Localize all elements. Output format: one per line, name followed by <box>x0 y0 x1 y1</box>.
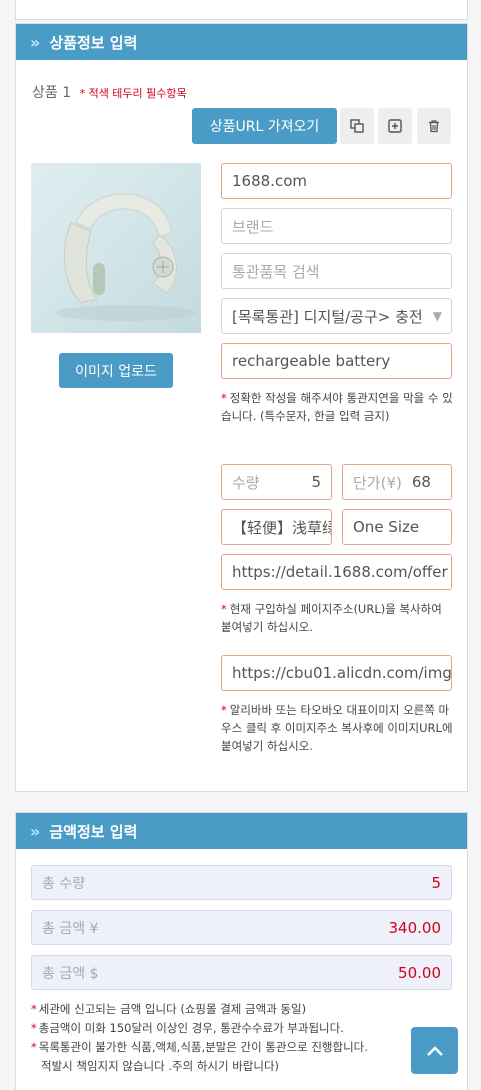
double-chevron-icon: » <box>30 821 40 841</box>
trash-icon <box>429 120 439 133</box>
product-info-panel: » 상품정보 입력 상품 1 * 적색 테두리 필수항목 상품URL 가져오기 … <box>15 23 468 792</box>
amount-info-panel: » 금액정보 입력 총 수량 5 총 금액 ¥ 340.00 총 금액 $ 50… <box>15 812 468 1090</box>
arrow-up-icon <box>426 1045 443 1056</box>
total-quantity-value: 5 <box>431 873 441 892</box>
total-quantity-field: 총 수량 5 <box>31 865 452 900</box>
size-option-input[interactable]: One Size <box>342 509 452 545</box>
page-url-hint-text: 현재 구입하실 페이지주소(URL)을 복사하여 붙여넣기 하십시오. <box>221 602 442 634</box>
image-url-value: https://cbu01.alicdn.com/img <box>232 664 452 682</box>
amount-note-2: * 총금액이 미화 150달러 이상인 경우, 통관수수료가 부과됩니다. <box>31 1021 344 1035</box>
customs-item-placeholder: 통관품목 검색 <box>232 262 320 281</box>
required-note: * 적색 테두리 필수항목 <box>79 87 187 100</box>
image-upload-button[interactable]: 이미지 업로드 <box>59 353 173 388</box>
amount-note-1-text: 세관에 신고되는 금액 입니다 (쇼핑몰 결제 금액과 동일) <box>38 1002 307 1016</box>
amount-note-4: 적발시 책임지지 않습니다 .주의 하시기 바랍니다) <box>31 1057 279 1076</box>
color-option-value: 【轻便】浅草绿 <box>232 518 332 537</box>
category-select-value: [목록통관] 디지털/공구> 충전 <box>232 307 423 326</box>
total-usd-field: 총 금액 $ 50.00 <box>31 955 452 990</box>
product-name-value: rechargeable battery <box>232 352 391 370</box>
image-url-hint: * 알리바바 또는 타오바오 대표이미지 오른쪽 마우스 클릭 후 이미지주소 복… <box>221 703 453 753</box>
amount-note-3-text: 목록통관이 불가한 식품,액체,식품,분말은 간이 통관으로 진행합니다. <box>38 1040 368 1054</box>
amount-note-4-text: 적발시 책임지지 않습니다 .주의 하시기 바랍니다) <box>41 1059 280 1073</box>
quantity-value: 5 <box>311 473 321 491</box>
quantity-label: 수량 <box>232 473 260 492</box>
site-value: 1688.com <box>232 172 307 190</box>
previous-panel-edge <box>15 0 468 20</box>
amount-info-title: 금액정보 입력 <box>49 822 138 841</box>
total-quantity-label: 총 수량 <box>42 875 86 892</box>
customs-item-search-input[interactable]: 통관품목 검색 <box>221 253 452 289</box>
amount-note-2-text: 총금액이 미화 150달러 이상인 경우, 통관수수료가 부과됩니다. <box>38 1021 344 1035</box>
brand-placeholder: 브랜드 <box>232 217 274 236</box>
product-name-input[interactable]: rechargeable battery <box>221 343 452 379</box>
scroll-to-top-button[interactable] <box>411 1027 458 1074</box>
image-url-input[interactable]: https://cbu01.alicdn.com/img <box>221 655 452 691</box>
brand-input[interactable]: 브랜드 <box>221 208 452 244</box>
total-yuan-label: 총 금액 ¥ <box>42 920 99 937</box>
delete-product-button[interactable] <box>417 108 451 144</box>
product-info-title: 상품정보 입력 <box>49 33 138 52</box>
amount-info-header: » 금액정보 입력 <box>16 813 467 849</box>
color-option-input[interactable]: 【轻便】浅草绿 <box>221 509 332 545</box>
product-name-hint: * 정확한 작성을 해주셔야 통관지연을 막을 수 있습니다. (특수문자, 한글… <box>221 391 453 423</box>
fetch-url-button[interactable]: 상품URL 가져오기 <box>192 108 337 144</box>
total-usd-label: 총 금액 $ <box>42 965 99 982</box>
add-icon <box>388 119 402 133</box>
product-label-text: 상품 1 <box>32 85 72 101</box>
chevron-down-icon: ▼ <box>432 309 442 323</box>
neck-fan-image <box>56 193 196 321</box>
image-url-hint-text: 알리바바 또는 타오바오 대표이미지 오른쪽 마우스 클릭 후 이미지주소 복사… <box>221 703 453 753</box>
total-yuan-field: 총 금액 ¥ 340.00 <box>31 910 452 945</box>
total-usd-value: 50.00 <box>398 963 441 982</box>
site-field[interactable]: 1688.com <box>221 163 452 199</box>
double-chevron-icon: » <box>30 32 40 52</box>
page-url-hint: * 현재 구입하실 페이지주소(URL)을 복사하여 붙여넣기 하십시오. <box>221 602 442 634</box>
page-url-input[interactable]: https://detail.1688.com/offer <box>221 554 452 590</box>
unit-price-label: 단가(¥) <box>353 473 402 492</box>
product-image <box>31 163 201 333</box>
amount-note-1: * 세관에 신고되는 금액 입니다 (쇼핑몰 결제 금액과 동일) <box>31 1002 307 1016</box>
total-yuan-value: 340.00 <box>388 918 442 937</box>
unit-price-input[interactable]: 단가(¥) 68 <box>342 464 452 500</box>
copy-product-button[interactable] <box>340 108 374 144</box>
product-name-hint-text: 정확한 작성을 해주셔야 통관지연을 막을 수 있습니다. (특수문자, 한글 … <box>221 391 453 423</box>
quantity-input[interactable]: 수량 5 <box>221 464 332 500</box>
product-number-label: 상품 1 * 적색 테두리 필수항목 <box>32 82 187 102</box>
product-info-header: » 상품정보 입력 <box>16 24 467 60</box>
page-url-value: https://detail.1688.com/offer <box>232 563 448 581</box>
unit-price-value: 68 <box>411 473 431 491</box>
copy-icon <box>350 119 364 133</box>
amount-note-3: * 목록통관이 불가한 식품,액체,식품,분말은 간이 통관으로 진행합니다. <box>31 1040 368 1054</box>
size-option-value: One Size <box>353 518 420 536</box>
category-select[interactable]: [목록통관] 디지털/공구> 충전 ▼ <box>221 298 452 334</box>
add-product-button[interactable] <box>378 108 412 144</box>
